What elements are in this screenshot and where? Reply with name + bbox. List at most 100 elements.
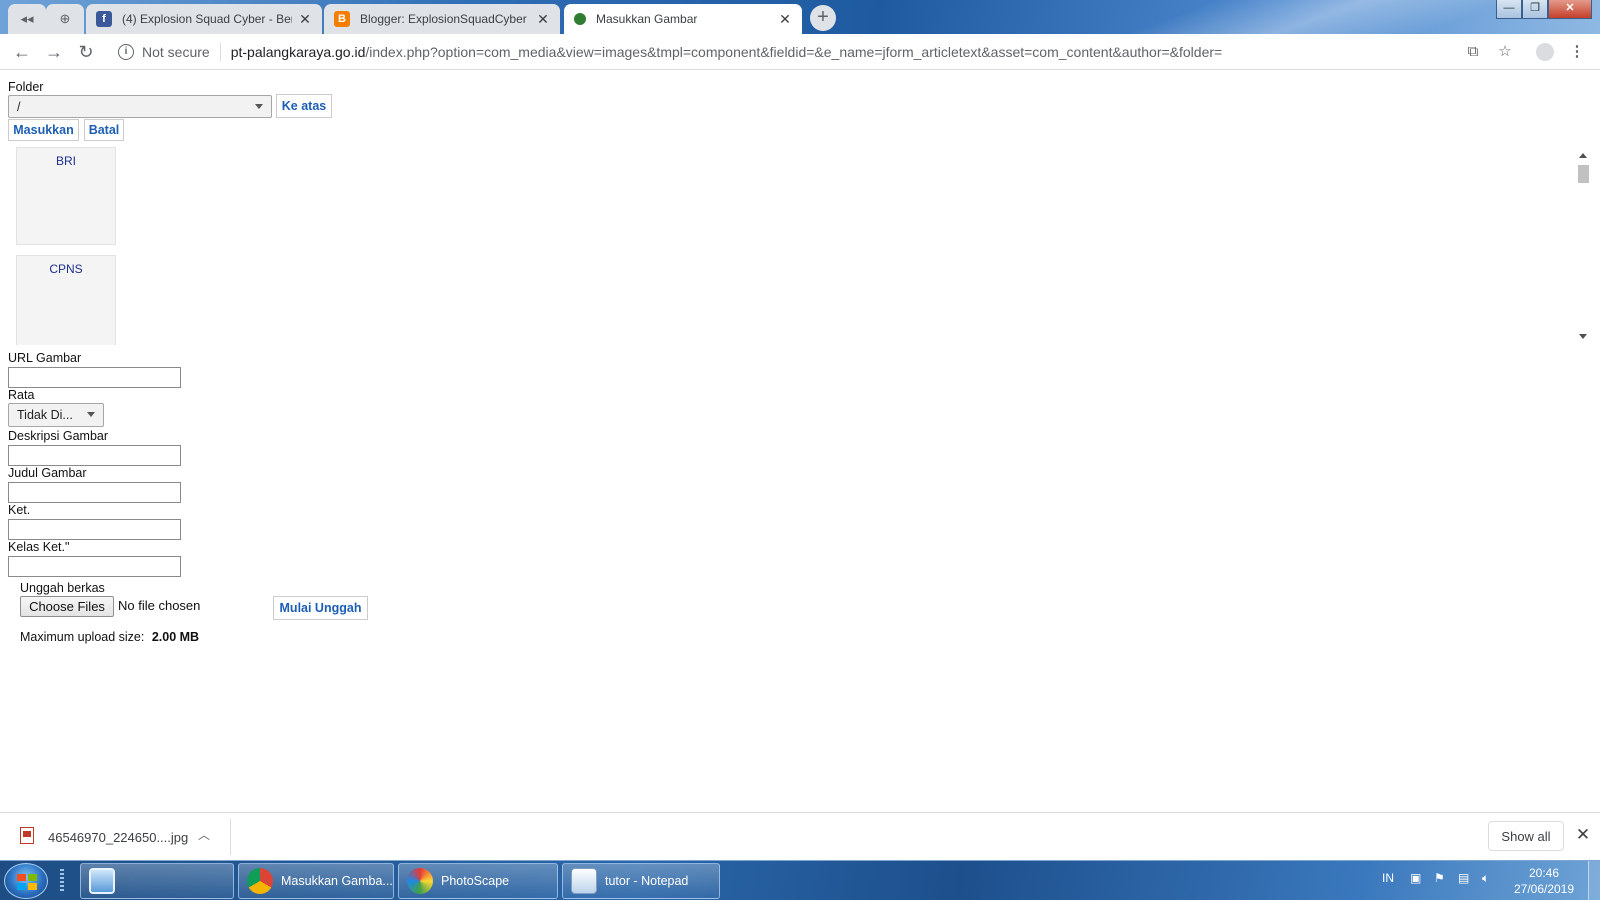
max-upload-label: Maximum upload size:: [20, 630, 145, 644]
tab-label: (4) Explosion Squad Cyber - Bera: [122, 12, 292, 26]
chevron-down-icon: [87, 412, 95, 417]
network-monitor-icon[interactable]: ▣: [1410, 871, 1421, 885]
menu-kebab-icon[interactable]: ⋮: [1568, 43, 1586, 61]
image-file-icon: [20, 827, 34, 844]
chrome-icon: [247, 868, 273, 894]
max-upload-size: Maximum upload size: 2.00 MB: [20, 630, 199, 644]
insert-button[interactable]: Masukkan: [8, 119, 79, 141]
download-filename[interactable]: 46546970_224650....jpg: [48, 830, 188, 845]
close-tab-icon[interactable]: ✕: [778, 11, 792, 28]
folder-select[interactable]: /: [8, 95, 272, 118]
tab-label: Masukkan Gambar: [596, 12, 698, 26]
tab-label: Blogger: ExplosionSquadCyber -: [360, 12, 530, 26]
close-shelf-icon[interactable]: ✕: [1574, 826, 1592, 844]
url-host: pt-palangkaraya.go.id: [230, 44, 366, 60]
image-title-field[interactable]: [8, 482, 181, 503]
translate-icon[interactable]: ⧉: [1464, 43, 1482, 61]
notepad-icon: [571, 868, 597, 894]
caption-label: Ket.: [8, 503, 31, 517]
minimize-button[interactable]: —: [1496, 0, 1522, 19]
security-label: Not secure: [142, 44, 210, 60]
tab-download-icon[interactable]: ⊕: [46, 4, 84, 34]
chevron-up-icon[interactable]: ︿: [196, 826, 212, 844]
clock-time: 20:46: [1528, 866, 1560, 880]
window-close-button[interactable]: ✕: [1548, 0, 1592, 19]
tab-blogger[interactable]: B Blogger: ExplosionSquadCyber - ✕: [324, 4, 560, 34]
taskbar-item-notepad[interactable]: tutor - Notepad: [562, 863, 720, 899]
image-browser-scrollbar[interactable]: [1575, 147, 1592, 345]
start-button[interactable]: [4, 863, 48, 899]
max-upload-value: 2.00 MB: [151, 630, 200, 644]
network-icon[interactable]: ▤: [1458, 871, 1469, 885]
url-label: URL Gambar: [8, 351, 82, 365]
chevron-down-icon: [255, 103, 263, 109]
taskbar-item-label: PhotoScape: [441, 874, 510, 888]
align-label: Rata: [8, 388, 35, 402]
choose-files-button[interactable]: Choose Files: [20, 596, 114, 617]
back-button[interactable]: ←: [10, 40, 34, 64]
windows-taskbar: Masukkan Gamba... PhotoScape tutor - Not…: [0, 860, 1600, 901]
go-up-button[interactable]: Ke atas: [276, 94, 332, 118]
description-label: Deskripsi Gambar: [8, 429, 109, 443]
site-favicon-icon: [574, 13, 586, 25]
page-content: Folder / Ke atas Masukkan Batal BRI CPNS…: [0, 71, 1600, 812]
tab-masukkan-gambar[interactable]: Masukkan Gambar ✕: [564, 4, 802, 34]
clock-date: 27/06/2019: [1513, 882, 1575, 896]
show-desktop-button[interactable]: [1588, 861, 1600, 901]
address-bar[interactable]: i Not secure pt-palangkaraya.go.id /inde…: [110, 37, 1520, 67]
align-select-value: Tidak Di...: [17, 408, 73, 422]
show-all-button[interactable]: Show all: [1488, 821, 1564, 851]
caption-field[interactable]: [8, 519, 181, 540]
tab-strip: ◂◂ ⊕ f (4) Explosion Squad Cyber - Bera …: [0, 0, 1600, 34]
forward-button[interactable]: →: [42, 40, 66, 64]
taskbar-item-chrome[interactable]: Masukkan Gamba...: [238, 863, 394, 899]
folder-name: CPNS: [49, 262, 83, 276]
download-shelf: 46546970_224650....jpg ︿ Show all ✕: [0, 812, 1600, 860]
align-select[interactable]: Tidak Di...: [8, 403, 104, 427]
taskbar-item-label: tutor - Notepad: [605, 874, 689, 888]
image-browser: BRI CPNS: [8, 147, 1592, 345]
browser-toolbar: ← → ↻ i Not secure pt-palangkaraya.go.id…: [0, 34, 1600, 70]
caption-class-field[interactable]: [8, 556, 181, 577]
omnibox-divider: [219, 43, 221, 61]
folder-item[interactable]: BRI: [16, 147, 116, 245]
title-label: Judul Gambar: [8, 466, 87, 480]
taskbar-pinned-app[interactable]: [80, 863, 234, 899]
info-icon[interactable]: i: [118, 44, 134, 60]
start-upload-button[interactable]: Mulai Unggah: [273, 596, 368, 620]
new-tab-button[interactable]: +: [810, 5, 836, 31]
url-path: /index.php?option=com_media&view=images&…: [365, 44, 1223, 60]
cancel-button[interactable]: Batal: [84, 119, 124, 141]
shelf-divider: [230, 819, 231, 855]
reload-button[interactable]: ↻: [74, 40, 98, 64]
blogger-icon: B: [334, 11, 350, 27]
folder-item[interactable]: CPNS: [16, 255, 116, 345]
bookmark-star-icon[interactable]: ☆: [1496, 43, 1514, 61]
tab-audio-icon[interactable]: ◂◂: [8, 4, 46, 34]
close-tab-icon[interactable]: ✕: [536, 11, 550, 28]
maximize-button[interactable]: ❐: [1522, 0, 1548, 19]
taskbar-item-label: Masukkan Gamba...: [281, 874, 393, 888]
tab-facebook[interactable]: f (4) Explosion Squad Cyber - Bera ✕: [86, 4, 322, 34]
folder-label: Folder: [8, 80, 44, 94]
action-center-flag-icon[interactable]: ⚑: [1434, 871, 1445, 885]
image-url-field[interactable]: [8, 367, 181, 388]
windows-logo-icon: [17, 874, 37, 890]
folder-select-value: /: [17, 99, 21, 114]
taskbar-item-photoscape[interactable]: PhotoScape: [398, 863, 558, 899]
system-clock[interactable]: 20:46 27/06/2019: [1506, 865, 1582, 897]
no-file-text: No file chosen: [118, 598, 201, 613]
language-indicator[interactable]: IN: [1382, 871, 1394, 885]
scroll-up-icon[interactable]: [1579, 153, 1587, 158]
window-controls: — ❐ ✕: [1496, 0, 1592, 19]
volume-icon[interactable]: 🔈︎: [1482, 871, 1489, 886]
image-description-field[interactable]: [8, 445, 181, 466]
scroll-down-icon[interactable]: [1579, 334, 1587, 339]
close-tab-icon[interactable]: ✕: [298, 11, 312, 28]
upload-label: Unggah berkas: [20, 581, 105, 595]
taskbar-grip: [60, 869, 64, 893]
screen-app-icon: [89, 868, 115, 894]
profile-avatar-icon[interactable]: [1536, 43, 1554, 61]
scroll-thumb[interactable]: [1578, 165, 1589, 183]
photoscape-icon: [407, 868, 433, 894]
